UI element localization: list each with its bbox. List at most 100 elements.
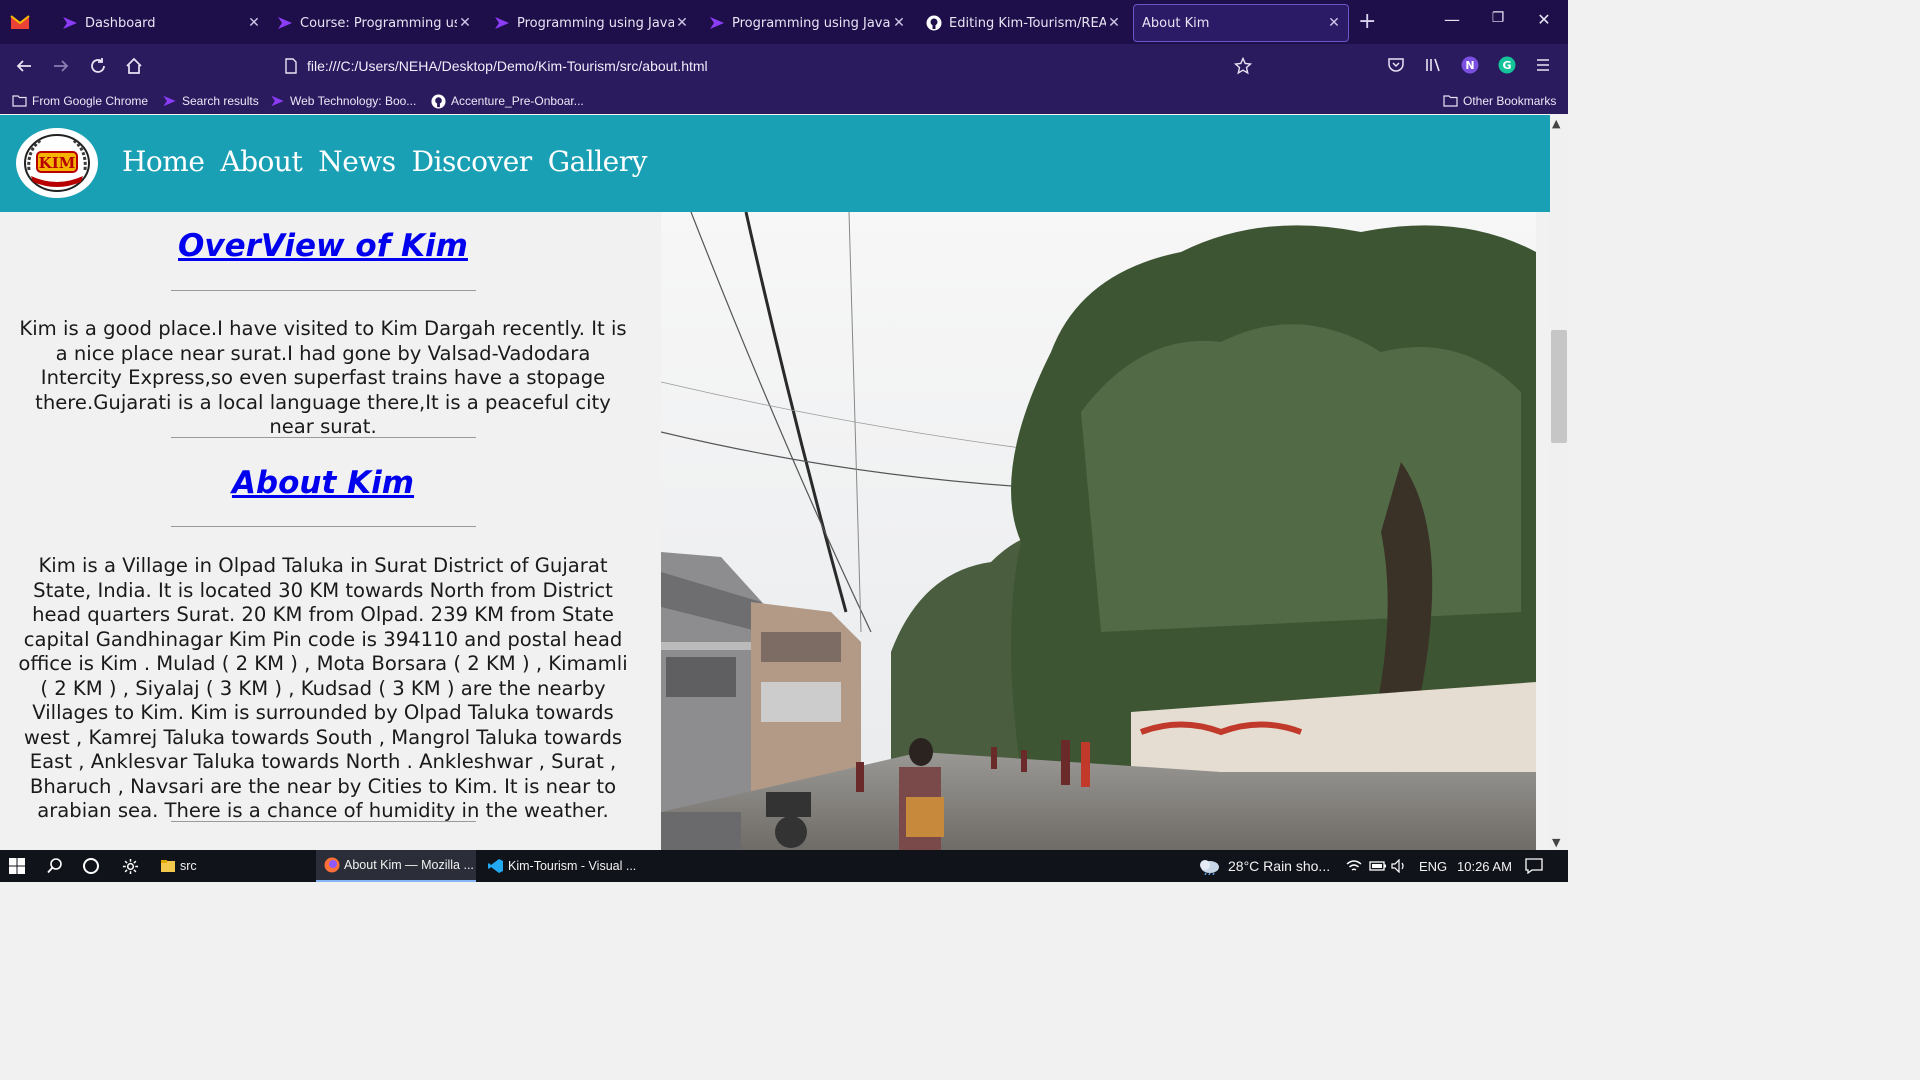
page-icon (280, 55, 302, 77)
about-heading[interactable]: About Kim (0, 465, 646, 501)
nav-home-link[interactable]: Home (122, 145, 205, 178)
taskbar-app-src[interactable]: src (152, 850, 310, 882)
bookmark-label: Other Bookmarks (1463, 94, 1557, 108)
cortana-icon[interactable] (82, 850, 100, 882)
course-site-icon (62, 15, 78, 31)
tab-github-readme[interactable]: Editing Kim-Tourism/READM ✕ (926, 4, 1122, 42)
github-icon (926, 15, 942, 31)
nav-news-link[interactable]: News (318, 145, 396, 178)
kim-street-photo (661, 212, 1536, 850)
minimize-icon[interactable]: — (1437, 10, 1467, 29)
close-icon[interactable]: ✕ (246, 15, 262, 31)
tab-java-mo[interactable]: Programming using Java Mo ✕ (709, 4, 907, 42)
wifi-icon[interactable] (1346, 850, 1362, 882)
volume-icon[interactable] (1391, 850, 1407, 882)
tab-label: About Kim (1142, 15, 1210, 31)
battery-icon[interactable] (1369, 850, 1387, 882)
bookmark-label: Web Technology: Boo... (290, 94, 417, 108)
site-logo[interactable]: KIM (16, 128, 98, 198)
nav-about-link[interactable]: About (220, 145, 302, 178)
firefox-icon (324, 857, 340, 873)
course-site-icon (162, 94, 177, 108)
nav-gallery-link[interactable]: Gallery (548, 145, 648, 178)
about-paragraph: Kim is a Village in Olpad Taluka in Sura… (18, 554, 628, 822)
kim-logo-emblem: KIM (24, 134, 90, 192)
tab-label: Programming using Java Con (517, 15, 674, 31)
close-icon[interactable]: ✕ (1106, 15, 1122, 31)
vscode-icon (488, 858, 504, 874)
taskbar-app-firefox[interactable]: About Kim — Mozilla ... (316, 850, 476, 882)
taskbar-app-label: src (180, 859, 197, 873)
bookmark-label: Accenture_Pre-Onboar... (451, 94, 584, 108)
language-indicator[interactable]: ENG (1419, 850, 1447, 882)
tab-label: Dashboard (85, 15, 156, 31)
nav-discover-link[interactable]: Discover (412, 145, 533, 178)
weather-cloud-icon (1198, 857, 1220, 875)
start-icon[interactable] (8, 850, 26, 882)
page-scrollbar[interactable] (1550, 115, 1568, 850)
tab-dashboard[interactable]: Dashboard ✕ (62, 4, 262, 42)
close-icon[interactable]: ✕ (891, 15, 907, 31)
logo-text: KIM (39, 154, 76, 172)
folder-icon (160, 858, 176, 874)
overview-heading[interactable]: OverView of Kim (0, 228, 646, 264)
bookmark-other-bookmarks[interactable]: Other Bookmarks (1443, 93, 1556, 109)
divider (171, 821, 476, 822)
forward-icon[interactable] (50, 55, 72, 77)
weather-widget[interactable]: 28°C Rain sho... (1198, 850, 1330, 882)
gmail-icon[interactable] (10, 13, 30, 31)
close-icon[interactable]: ✕ (674, 15, 690, 31)
window-close-icon[interactable]: ✕ (1529, 10, 1559, 29)
profile-avatar[interactable]: N (1459, 54, 1481, 76)
bookmark-accenture[interactable]: Accenture_Pre-Onboar... (431, 93, 584, 109)
course-site-icon (277, 15, 293, 31)
tab-java-con[interactable]: Programming using Java Con ✕ (494, 4, 690, 42)
library-icon[interactable] (1422, 54, 1444, 76)
bookmark-label: From Google Chrome (32, 94, 149, 108)
grammarly-initial: G (1502, 58, 1512, 72)
url-text[interactable]: file:///C:/Users/NEHA/Desktop/Demo/Kim-T… (307, 58, 708, 74)
clock[interactable]: 10:26 AM (1457, 850, 1512, 882)
bookmark-web-technology[interactable]: Web Technology: Boo... (270, 93, 416, 109)
back-icon[interactable] (13, 55, 35, 77)
divider (171, 526, 476, 527)
close-icon[interactable]: ✕ (457, 15, 473, 31)
github-icon (431, 94, 446, 109)
tab-course-java[interactable]: Course: Programming using J ✕ (277, 4, 473, 42)
menu-icon[interactable] (1532, 54, 1554, 76)
course-site-icon (270, 94, 285, 108)
tab-label: Course: Programming using J (300, 15, 457, 31)
overview-paragraph: Kim is a good place.I have visited to Ki… (19, 317, 627, 438)
tab-about-kim[interactable]: About Kim ✕ (1133, 4, 1349, 42)
bookmark-star-icon[interactable] (1232, 55, 1254, 77)
divider (171, 290, 476, 291)
settings-gear-icon[interactable] (122, 850, 139, 882)
bookmark-from-google-chrome[interactable]: From Google Chrome (12, 93, 148, 109)
content-column: OverView of Kim Kim is a good place.I ha… (0, 212, 661, 850)
bookmark-search-results[interactable]: Search results (162, 93, 259, 109)
site-nav: Home About News Discover Gallery (122, 145, 647, 178)
scroll-up-icon[interactable]: ▲ (1552, 117, 1560, 130)
tab-label: Editing Kim-Tourism/READM (949, 15, 1106, 31)
bookmark-label: Search results (182, 94, 259, 108)
restore-icon[interactable]: ❐ (1483, 10, 1513, 26)
home-icon[interactable] (123, 55, 145, 77)
search-icon[interactable] (46, 850, 64, 882)
taskbar-app-label: About Kim — Mozilla ... (344, 858, 474, 872)
close-icon[interactable]: ✕ (1326, 15, 1342, 31)
taskbar-app-vscode[interactable]: Kim-Tourism - Visual ... (480, 850, 640, 882)
divider (171, 437, 476, 438)
pocket-icon[interactable] (1385, 54, 1407, 76)
folder-icon (12, 94, 27, 108)
reload-icon[interactable] (87, 55, 109, 77)
new-tab-icon[interactable]: + (1358, 10, 1376, 34)
profile-initial: N (1465, 58, 1475, 72)
scrollbar-thumb[interactable] (1551, 330, 1567, 443)
folder-icon (1443, 94, 1458, 108)
course-site-icon (494, 15, 510, 31)
tab-label: Programming using Java Mo (732, 15, 891, 31)
weather-text: 28°C Rain sho... (1228, 858, 1331, 874)
grammarly-icon[interactable]: G (1496, 54, 1518, 76)
notifications-icon[interactable] (1525, 850, 1543, 882)
scroll-down-icon[interactable]: ▼ (1552, 836, 1560, 849)
